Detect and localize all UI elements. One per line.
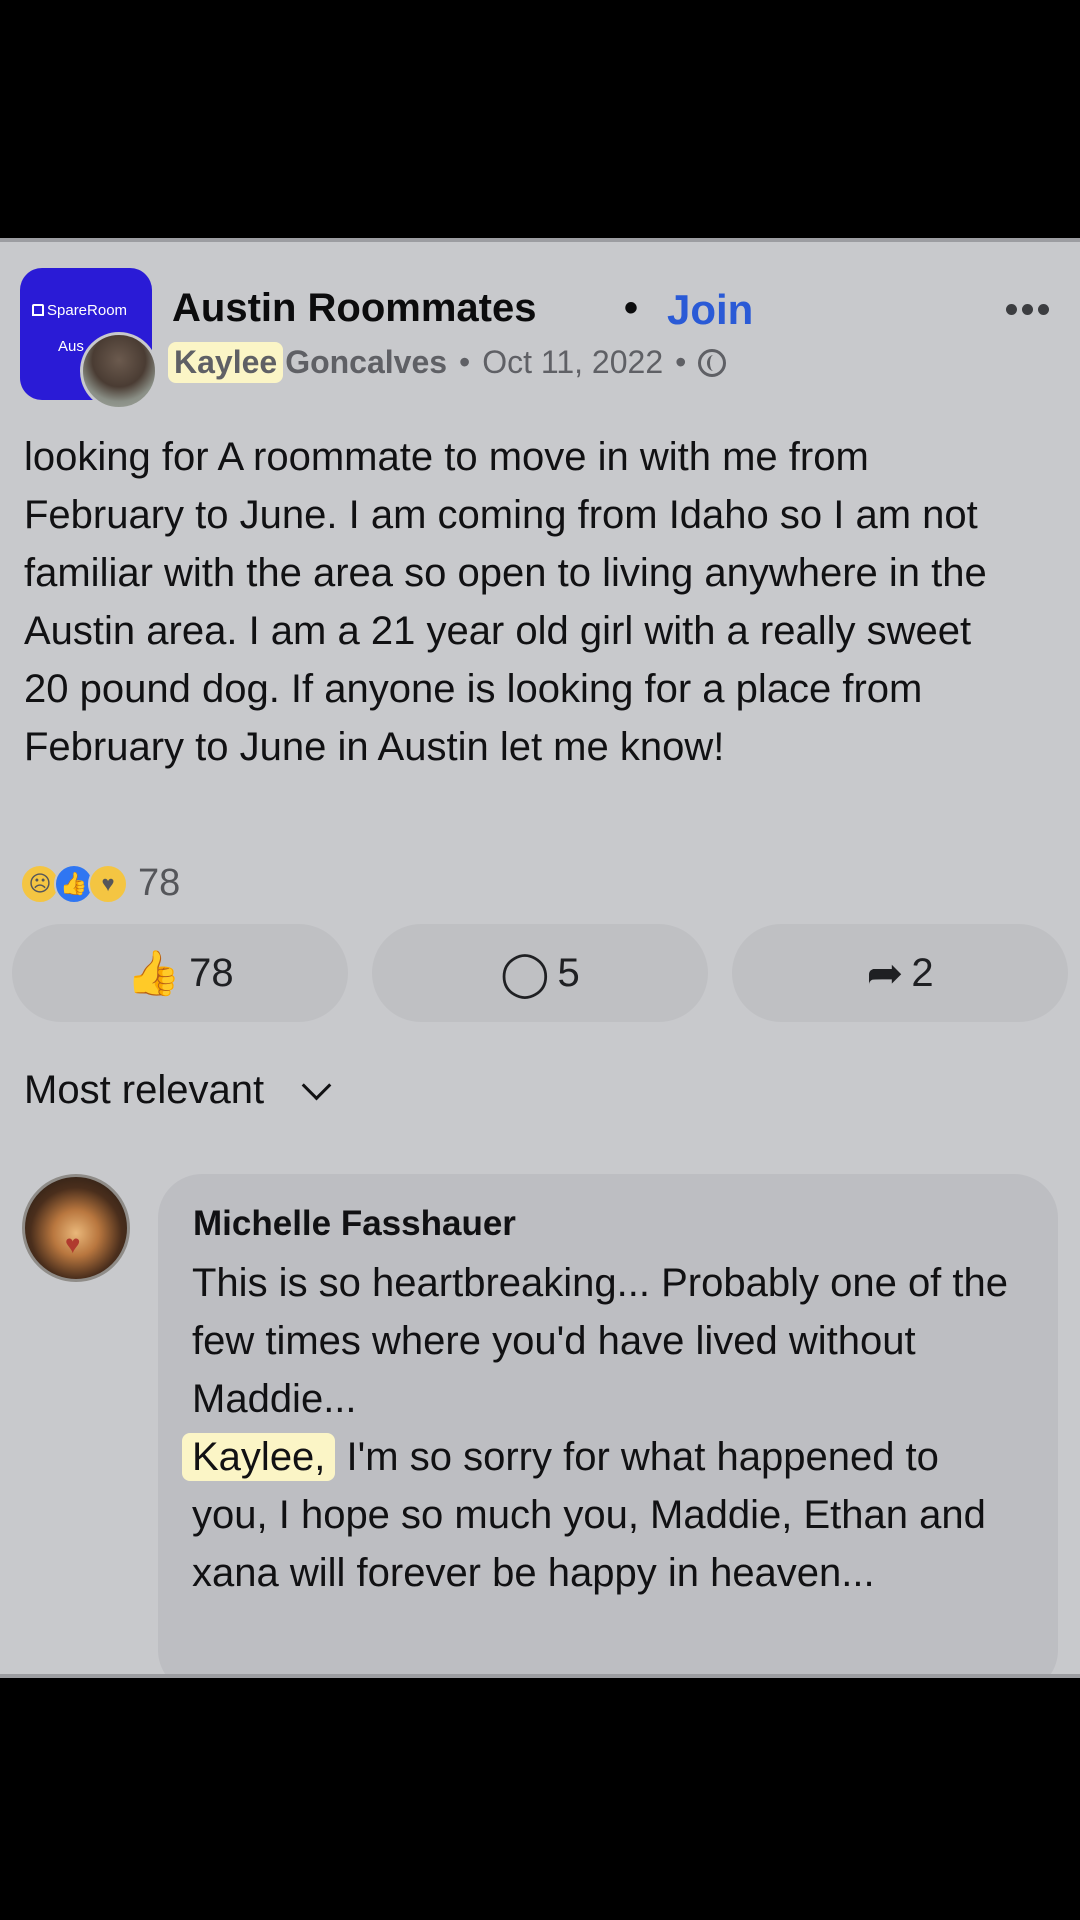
comment-sort-dropdown[interactable]: Most relevant [24,1068,332,1113]
like-button[interactable]: 👍 78 [12,924,348,1022]
share-count: 2 [911,950,934,995]
post-screen: SpareRoom Aus Austin Roommates • Join Ka… [0,238,1080,1678]
comment-button[interactable]: ◯ 5 [372,924,708,1022]
author-first-name[interactable]: Kaylee [168,342,284,383]
group-avatar-subtext: Aus [58,338,84,355]
commenter-avatar[interactable]: ♥ [22,1174,130,1282]
comment-text: This is so heartbreaking... Probably one… [182,1254,1022,1602]
care-reaction-icon: ♥ [88,863,128,904]
author-avatar[interactable] [80,332,158,410]
reaction-count: 78 [138,862,181,904]
more-options-icon[interactable] [1006,302,1058,316]
title-separator: • [624,286,639,330]
comment-mention[interactable]: Kaylee, [182,1433,336,1481]
comment-author[interactable]: Michelle Fasshauer [193,1204,516,1244]
group-name[interactable]: Austin Roommates [172,286,537,331]
house-icon [32,304,44,316]
thumbs-up-icon: 👍 [126,949,182,998]
share-button[interactable]: ➦ 2 [732,924,1068,1022]
author-last-name[interactable]: Goncalves [285,344,447,381]
meta-separator: • [459,344,471,380]
meta-separator: • [675,344,687,380]
comment-count: 5 [557,950,580,995]
post-text: looking for A roommate to move in with m… [24,435,987,769]
comment-text-part1: This is so heartbreaking... Probably one… [192,1261,1009,1421]
reaction-summary[interactable]: ☹ 👍 ♥ 78 [20,862,180,905]
group-avatar-brand: SpareRoom [32,302,127,319]
comment-icon: ◯ [500,948,550,998]
heart-icon: ♥ [65,1229,81,1259]
comment-bubble: Michelle Fasshauer This is so heartbreak… [158,1174,1058,1674]
like-count: 78 [189,950,234,995]
share-icon: ➦ [866,948,904,998]
sort-label: Most relevant [24,1068,265,1112]
globe-icon [698,348,727,377]
post-meta: Kaylee Goncalves • Oct 11, 2022 • [168,342,727,383]
join-button[interactable]: Join [667,286,753,334]
post-date[interactable]: Oct 11, 2022 [482,344,663,381]
chevron-down-icon [301,1070,332,1101]
